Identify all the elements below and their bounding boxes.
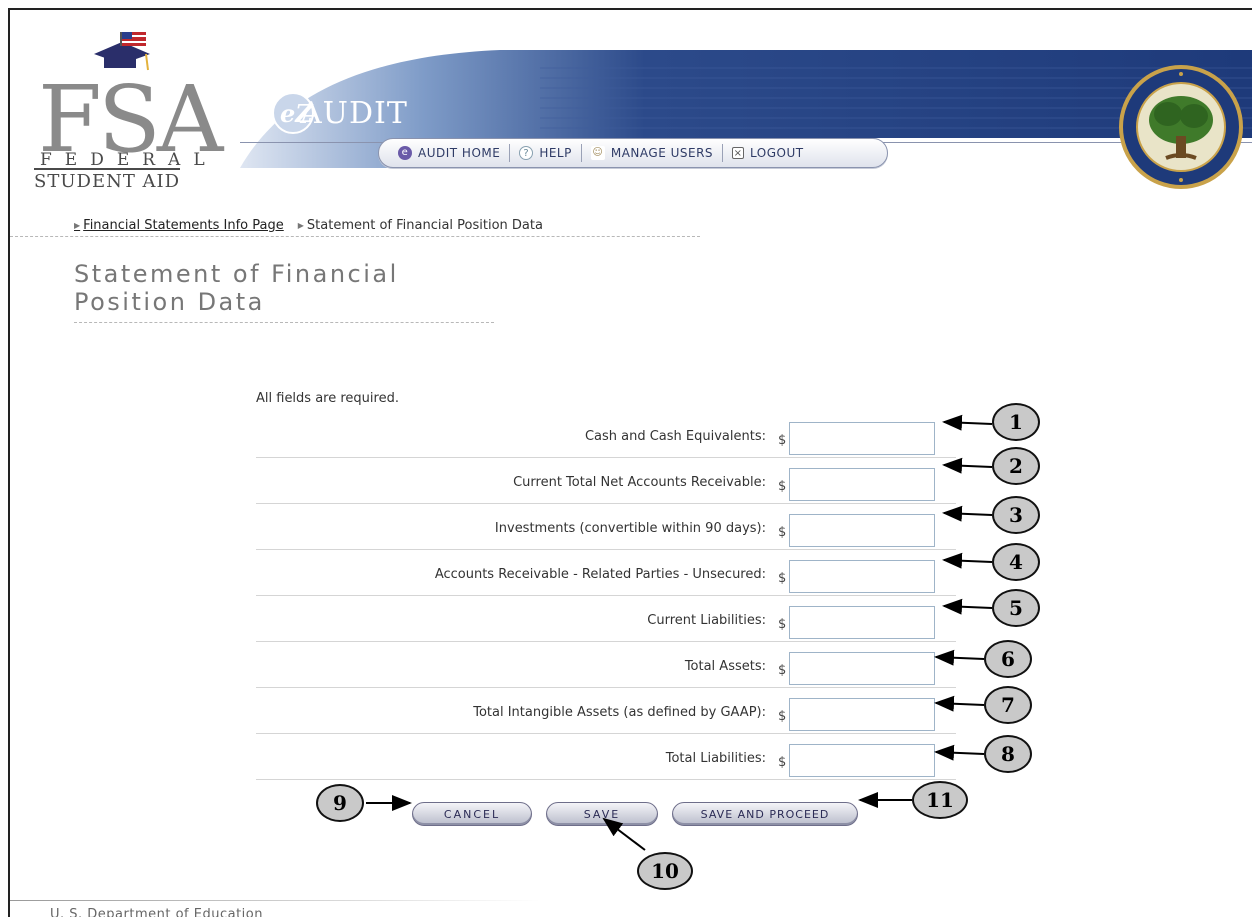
callout-1: 1 [992,403,1040,441]
logout-icon: × [732,147,745,159]
nav-audit-home[interactable]: e AUDIT HOME [389,144,511,162]
callout-6: 6 [984,640,1032,678]
field-label: Cash and Cash Equivalents: [584,429,766,444]
related-parties-receivable-input[interactable] [789,560,935,593]
field-label: Investments (convertible within 90 days)… [494,521,766,536]
fsa-federal-text: FEDERAL [40,150,218,170]
home-icon: e [398,146,412,160]
form-row-accounts-receivable: Current Total Net Accounts Receivable: $ [256,458,956,504]
callout-2: 2 [992,447,1040,485]
save-button[interactable]: SAVE [546,802,658,826]
currency-symbol: $ [778,571,787,586]
callout-10: 10 [637,852,693,890]
total-assets-input[interactable] [789,652,935,685]
site-header: FSA FEDERAL STUDENT AID eZ AUDIT e AUDIT… [10,10,1252,195]
field-label: Current Total Net Accounts Receivable: [513,475,766,490]
currency-symbol: $ [778,525,787,540]
currency-symbol: $ [778,479,787,494]
currency-symbol: $ [778,617,787,632]
form-row-investments: Investments (convertible within 90 days)… [256,504,956,550]
breadcrumb-financial-statements-info[interactable]: ▶ Financial Statements Info Page [74,218,284,233]
field-label: Total Assets: [684,659,766,674]
callout-11: 11 [912,781,968,819]
app-title: AUDIT [300,96,408,131]
currency-symbol: $ [778,663,787,678]
currency-symbol: $ [778,709,787,724]
form-row-current-liabilities: Current Liabilities: $ [256,596,956,642]
callout-5: 5 [992,589,1040,627]
fsa-student-aid-text: STUDENT AID [34,168,181,192]
currency-symbol: $ [778,433,787,448]
callout-9: 9 [316,784,364,822]
callout-3: 3 [992,496,1040,534]
intangible-assets-input[interactable] [789,698,935,731]
callout-7: 7 [984,686,1032,724]
breadcrumb-current-page: ▶ Statement of Financial Position Data [297,218,543,233]
top-nav: e AUDIT HOME ? HELP ☺ MANAGE USERS × LOG… [378,138,888,168]
callout-4: 4 [992,543,1040,581]
current-liabilities-input[interactable] [789,606,935,639]
cash-equivalents-input[interactable] [789,422,935,455]
nav-help[interactable]: ? HELP [510,144,582,162]
currency-symbol: $ [778,755,787,770]
required-fields-note: All fields are required. [256,391,399,406]
department-seal-icon [1119,65,1243,189]
footer-text: U. S. Department of Education [50,907,263,917]
cancel-button[interactable]: CANCEL [412,802,532,826]
fsa-logo[interactable]: FSA FEDERAL STUDENT AID [34,28,234,193]
page-frame: FSA FEDERAL STUDENT AID eZ AUDIT e AUDIT… [8,8,1252,917]
total-liabilities-input[interactable] [789,744,935,777]
financial-position-form: Cash and Cash Equivalents: $ Current Tot… [256,412,956,780]
footer-divider [10,900,540,901]
net-accounts-receivable-input[interactable] [789,468,935,501]
save-and-proceed-button[interactable]: SAVE AND PROCEED [672,802,858,826]
form-row-cash: Cash and Cash Equivalents: $ [256,412,956,458]
nav-logout[interactable]: × LOGOUT [723,144,813,162]
page-title: Statement of Financial Position Data [74,260,494,323]
nav-manage-users[interactable]: ☺ MANAGE USERS [582,144,724,162]
form-row-total-assets: Total Assets: $ [256,642,956,688]
help-icon: ? [519,146,534,160]
callout-8: 8 [984,735,1032,773]
field-label: Current Liabilities: [647,613,766,628]
users-icon: ☺ [590,146,605,160]
form-buttons: CANCEL SAVE SAVE AND PROCEED [412,802,858,826]
field-label: Accounts Receivable - Related Parties - … [434,567,766,582]
field-label: Total Liabilities: [665,751,766,766]
breadcrumb: ▶ Financial Statements Info Page ▶ Stateme… [10,215,700,237]
form-row-intangible-assets: Total Intangible Assets (as defined by G… [256,688,956,734]
triangle-right-icon: ▶ [74,221,81,230]
field-label: Total Intangible Assets (as defined by G… [473,705,766,720]
form-row-related-parties: Accounts Receivable - Related Parties - … [256,550,956,596]
investments-input[interactable] [789,514,935,547]
triangle-right-icon: ▶ [297,221,304,230]
form-row-total-liabilities: Total Liabilities: $ [256,734,956,780]
